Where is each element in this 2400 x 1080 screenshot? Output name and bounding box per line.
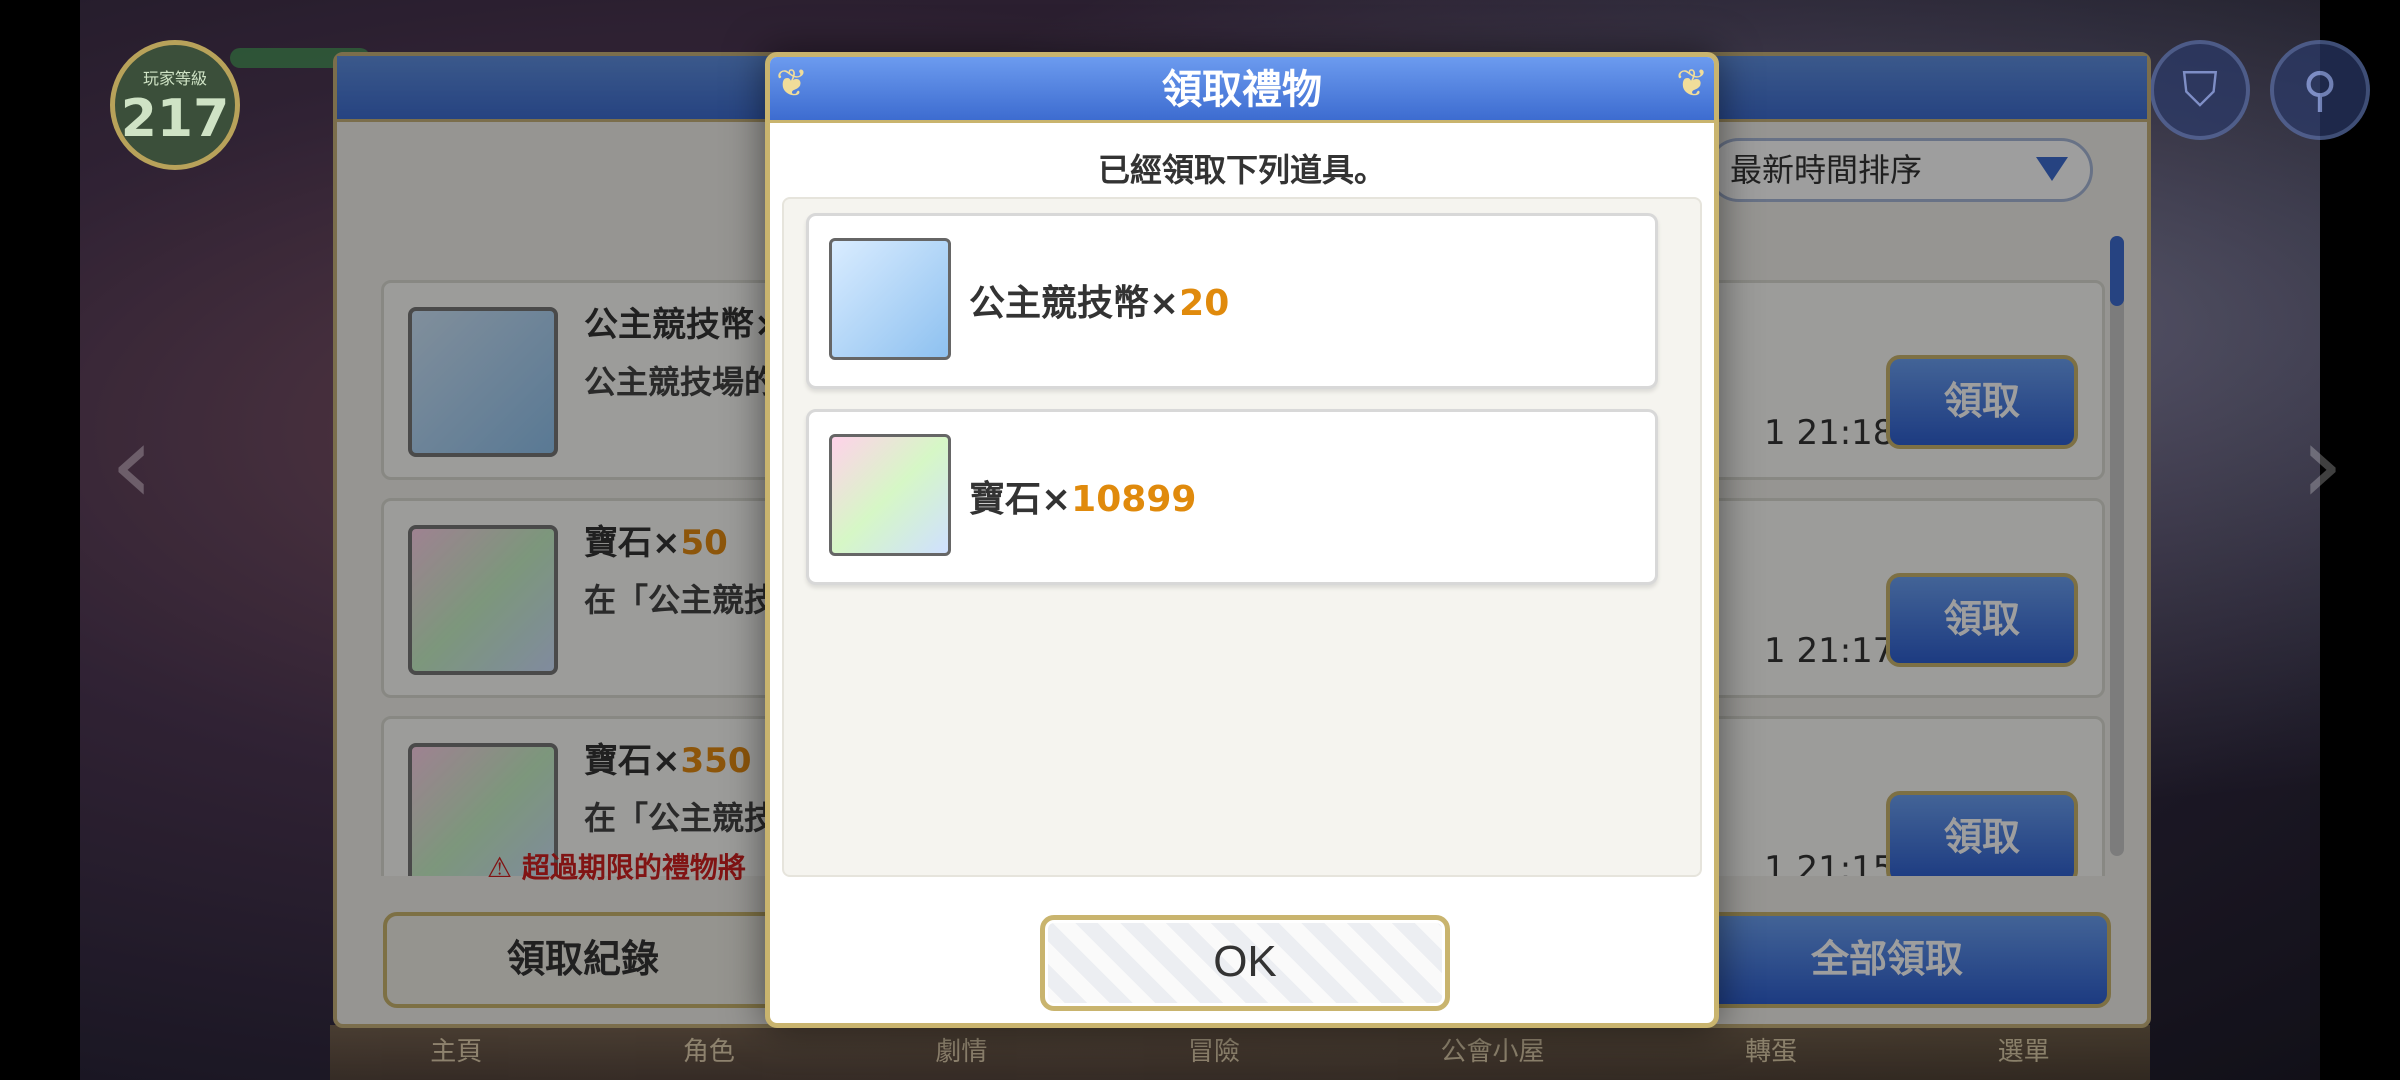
gift-timestamp: 1 21:18	[1764, 413, 1895, 453]
nav-item-story[interactable]: 劇情	[935, 1025, 987, 1080]
nav-item-gacha[interactable]: 轉蛋	[1745, 1025, 1797, 1080]
received-item-label: 寶石×10899	[969, 479, 1197, 520]
gem-icon	[829, 434, 951, 556]
nav-item-guild-house[interactable]: 公會小屋	[1441, 1025, 1545, 1080]
sort-dropdown-label: 最新時間排序	[1730, 151, 1923, 189]
dialog-title: 領取禮物	[1162, 67, 1322, 113]
arena-coin-icon	[408, 307, 558, 457]
ok-button[interactable]: OK	[1040, 915, 1450, 1011]
dialog-message: 已經領取下列道具。	[1097, 151, 1386, 189]
profile-icon[interactable]: ⛉	[2150, 40, 2250, 140]
claim-history-button[interactable]: 領取紀錄	[383, 912, 783, 1008]
left-arrow-icon[interactable]: ‹	[110, 400, 154, 528]
nav-item-menu[interactable]: 選單	[1998, 1025, 2050, 1080]
gift-title: 寶石×350	[584, 741, 752, 781]
claim-all-button[interactable]: 全部領取	[1663, 912, 2111, 1008]
player-level-label: 玩家等級	[142, 69, 207, 88]
gift-timestamp: 1 21:15	[1764, 849, 1895, 876]
arena-coin-icon	[829, 238, 951, 360]
nav-item-adventure[interactable]: 冒險	[1188, 1025, 1240, 1080]
scrollbar-thumb[interactable]	[2110, 236, 2124, 306]
corner-ornament-icon: ❦	[776, 61, 808, 105]
received-item-label: 公主競技幣×20	[969, 283, 1230, 324]
gift-timestamp: 1 21:17	[1764, 631, 1895, 671]
menu-tool-icon[interactable]: ⚲	[2270, 40, 2370, 140]
gift-title: 公主競技幣×	[584, 305, 783, 345]
received-gifts-dialog: ❦ 領取禮物 ❦ 已經領取下列道具。 公主競技幣×20 寶石×10899 OK	[765, 52, 1719, 1028]
right-arrow-icon[interactable]: ›	[2300, 400, 2344, 528]
received-item: 公主競技幣×20	[806, 213, 1658, 389]
received-items-list: 公主競技幣×20 寶石×10899	[782, 197, 1702, 877]
gift-list-scrollbar[interactable]	[2110, 236, 2124, 856]
bottom-navigation: 主頁 角色 劇情 冒險 公會小屋 轉蛋 選單	[330, 1025, 2150, 1080]
chevron-down-icon	[2036, 157, 2068, 181]
player-level-value: 217	[120, 89, 230, 149]
gift-description: 在「公主競技	[584, 799, 777, 837]
corner-ornament-icon: ❦	[1676, 61, 1708, 105]
claim-button[interactable]: 領取	[1886, 791, 2078, 876]
nav-item-characters[interactable]: 角色	[683, 1025, 735, 1080]
received-item: 寶石×10899	[806, 409, 1658, 585]
claim-button[interactable]: 領取	[1886, 573, 2078, 667]
sort-dropdown[interactable]: 最新時間排序	[1707, 138, 2093, 202]
gift-description: 公主競技場的	[584, 363, 777, 401]
gift-title: 寶石×50	[584, 523, 728, 563]
gift-description: 在「公主競技	[584, 581, 777, 619]
player-level-badge: 玩家等級 217	[110, 40, 240, 170]
expiration-warning: ⚠ 超過期限的禮物將	[487, 851, 746, 884]
nav-item-home[interactable]: 主頁	[430, 1025, 482, 1080]
warning-icon: ⚠	[487, 851, 522, 884]
dialog-header: ❦ 領取禮物 ❦	[770, 57, 1714, 123]
gem-icon	[408, 525, 558, 675]
claim-button[interactable]: 領取	[1886, 355, 2078, 449]
